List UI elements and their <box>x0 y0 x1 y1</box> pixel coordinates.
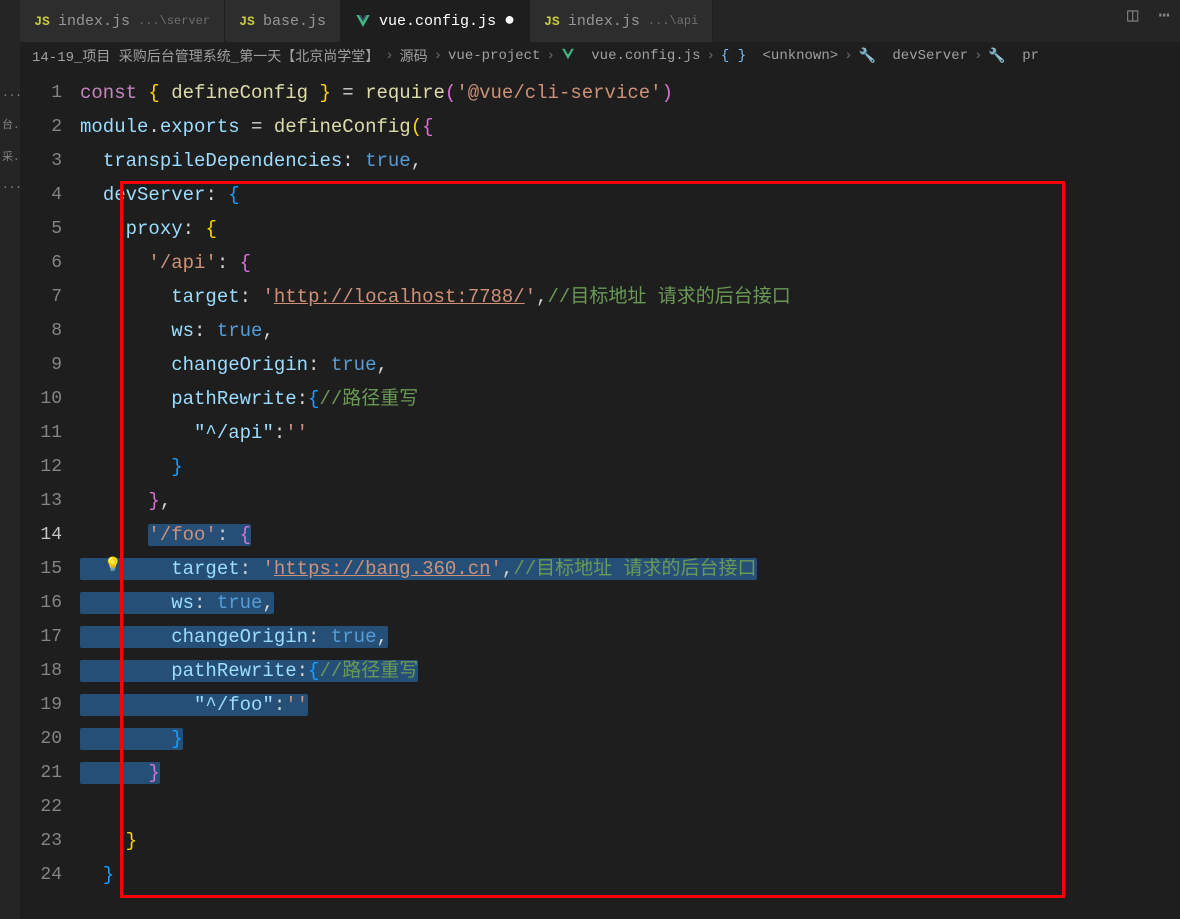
tab-index-api[interactable]: JS index.js ...\api <box>530 0 713 42</box>
code-line: target: 'https://bang.360.cn',//目标地址 请求的… <box>80 552 1180 586</box>
js-icon: JS <box>34 13 50 29</box>
line-number: 7 <box>20 280 62 314</box>
tab-label: index.js <box>568 13 640 30</box>
split-editor-icon[interactable]: ◫ <box>1127 4 1138 27</box>
code-line: target: 'http://localhost:7788/',//目标地址 … <box>80 280 1180 314</box>
code-line: devServer: { <box>80 178 1180 212</box>
line-number: 16 <box>20 586 62 620</box>
code-line: pathRewrite:{//路径重写 <box>80 654 1180 688</box>
line-number: 8 <box>20 314 62 348</box>
code-area[interactable]: const { defineConfig } = require('@vue/c… <box>80 70 1180 898</box>
js-icon: JS <box>544 13 560 29</box>
chevron-right-icon: › <box>706 48 714 64</box>
titlebar-actions: ◫ ⋯ <box>1127 0 1170 30</box>
wrench-icon: 🔧 <box>859 48 876 65</box>
code-line: '/foo': { <box>80 518 1180 552</box>
tab-hint: ...\server <box>138 14 210 28</box>
sidebar-item[interactable]: ... <box>0 80 20 108</box>
editor[interactable]: 1 2 3 4 5 6 7 8 9 10 11 12 13 14 15 16 1… <box>20 70 1180 898</box>
line-number: 14 <box>20 518 62 552</box>
dirty-indicator-icon: ● <box>504 12 515 30</box>
code-line <box>80 790 1180 824</box>
chevron-right-icon: › <box>974 48 982 64</box>
code-line: '/api': { <box>80 246 1180 280</box>
line-number: 15 <box>20 552 62 586</box>
line-number: 2 <box>20 110 62 144</box>
tab-vue-config[interactable]: vue.config.js ● <box>341 0 530 42</box>
code-line: } <box>80 756 1180 790</box>
line-number: 17 <box>20 620 62 654</box>
code-line: } <box>80 450 1180 484</box>
tab-base[interactable]: JS base.js <box>225 0 341 42</box>
line-number: 21 <box>20 756 62 790</box>
breadcrumb: 14-19_项目 采购后台管理系统_第一天【北京尚学堂】 › 源码 › vue-… <box>20 42 1180 70</box>
line-number: 6 <box>20 246 62 280</box>
code-line: module.exports = defineConfig({ <box>80 110 1180 144</box>
tab-index-server[interactable]: JS index.js ...\server <box>20 0 225 42</box>
line-number: 9 <box>20 348 62 382</box>
breadcrumb-seg[interactable]: 🔧 devServer <box>859 48 968 65</box>
breadcrumb-seg[interactable]: 14-19_项目 采购后台管理系统_第一天【北京尚学堂】 <box>32 46 379 66</box>
line-number: 18 <box>20 654 62 688</box>
breadcrumb-seg[interactable]: { } <unknown> <box>721 48 838 64</box>
chevron-right-icon: › <box>434 48 442 64</box>
line-number: 24 <box>20 858 62 892</box>
code-line: const { defineConfig } = require('@vue/c… <box>80 76 1180 110</box>
code-line: } <box>80 824 1180 858</box>
vue-icon <box>561 47 575 66</box>
tab-bar: JS index.js ...\server JS base.js vue.co… <box>20 0 1180 42</box>
code-line: } <box>80 722 1180 756</box>
line-number: 23 <box>20 824 62 858</box>
code-line: ws: true, <box>80 314 1180 348</box>
chevron-right-icon: › <box>546 48 554 64</box>
code-line: }, <box>80 484 1180 518</box>
code-line: proxy: { <box>80 212 1180 246</box>
sidebar-item[interactable]: 采... <box>0 140 20 172</box>
tab-label: base.js <box>263 13 326 30</box>
sidebar: ... 台... 采... ... <box>0 0 20 919</box>
chevron-right-icon: › <box>844 48 852 64</box>
code-line: "^/api":'' <box>80 416 1180 450</box>
line-gutter: 1 2 3 4 5 6 7 8 9 10 11 12 13 14 15 16 1… <box>20 70 80 898</box>
chevron-right-icon: › <box>385 48 393 64</box>
code-line: ws: true, <box>80 586 1180 620</box>
line-number: 20 <box>20 722 62 756</box>
tab-hint: ...\api <box>648 14 698 28</box>
breadcrumb-seg[interactable]: 源码 <box>400 46 428 66</box>
line-number: 19 <box>20 688 62 722</box>
code-line: "^/foo":'' <box>80 688 1180 722</box>
vue-icon <box>355 13 371 29</box>
tab-label: index.js <box>58 13 130 30</box>
wrench-icon: 🔧 <box>988 48 1005 65</box>
line-number: 10 <box>20 382 62 416</box>
code-line: } <box>80 858 1180 892</box>
breadcrumb-seg[interactable]: vue.config.js <box>561 47 701 66</box>
js-icon: JS <box>239 13 255 29</box>
line-number: 5 <box>20 212 62 246</box>
symbol-icon: { } <box>721 48 746 64</box>
breadcrumb-seg[interactable]: 🔧 pr <box>988 48 1039 65</box>
code-line: changeOrigin: true, <box>80 620 1180 654</box>
sidebar-item[interactable]: 台... <box>0 108 20 140</box>
line-number: 4 <box>20 178 62 212</box>
line-number: 11 <box>20 416 62 450</box>
line-number: 12 <box>20 450 62 484</box>
line-number: 13 <box>20 484 62 518</box>
code-line: changeOrigin: true, <box>80 348 1180 382</box>
line-number: 22 <box>20 790 62 824</box>
code-line: transpileDependencies: true, <box>80 144 1180 178</box>
sidebar-item[interactable]: ... <box>0 172 20 200</box>
line-number: 3 <box>20 144 62 178</box>
lightbulb-icon[interactable]: 💡 <box>104 557 121 574</box>
more-icon[interactable]: ⋯ <box>1159 4 1170 27</box>
breadcrumb-seg[interactable]: vue-project <box>448 48 540 64</box>
tab-label: vue.config.js <box>379 13 496 30</box>
line-number: 1 <box>20 76 62 110</box>
code-line: pathRewrite:{//路径重写 <box>80 382 1180 416</box>
